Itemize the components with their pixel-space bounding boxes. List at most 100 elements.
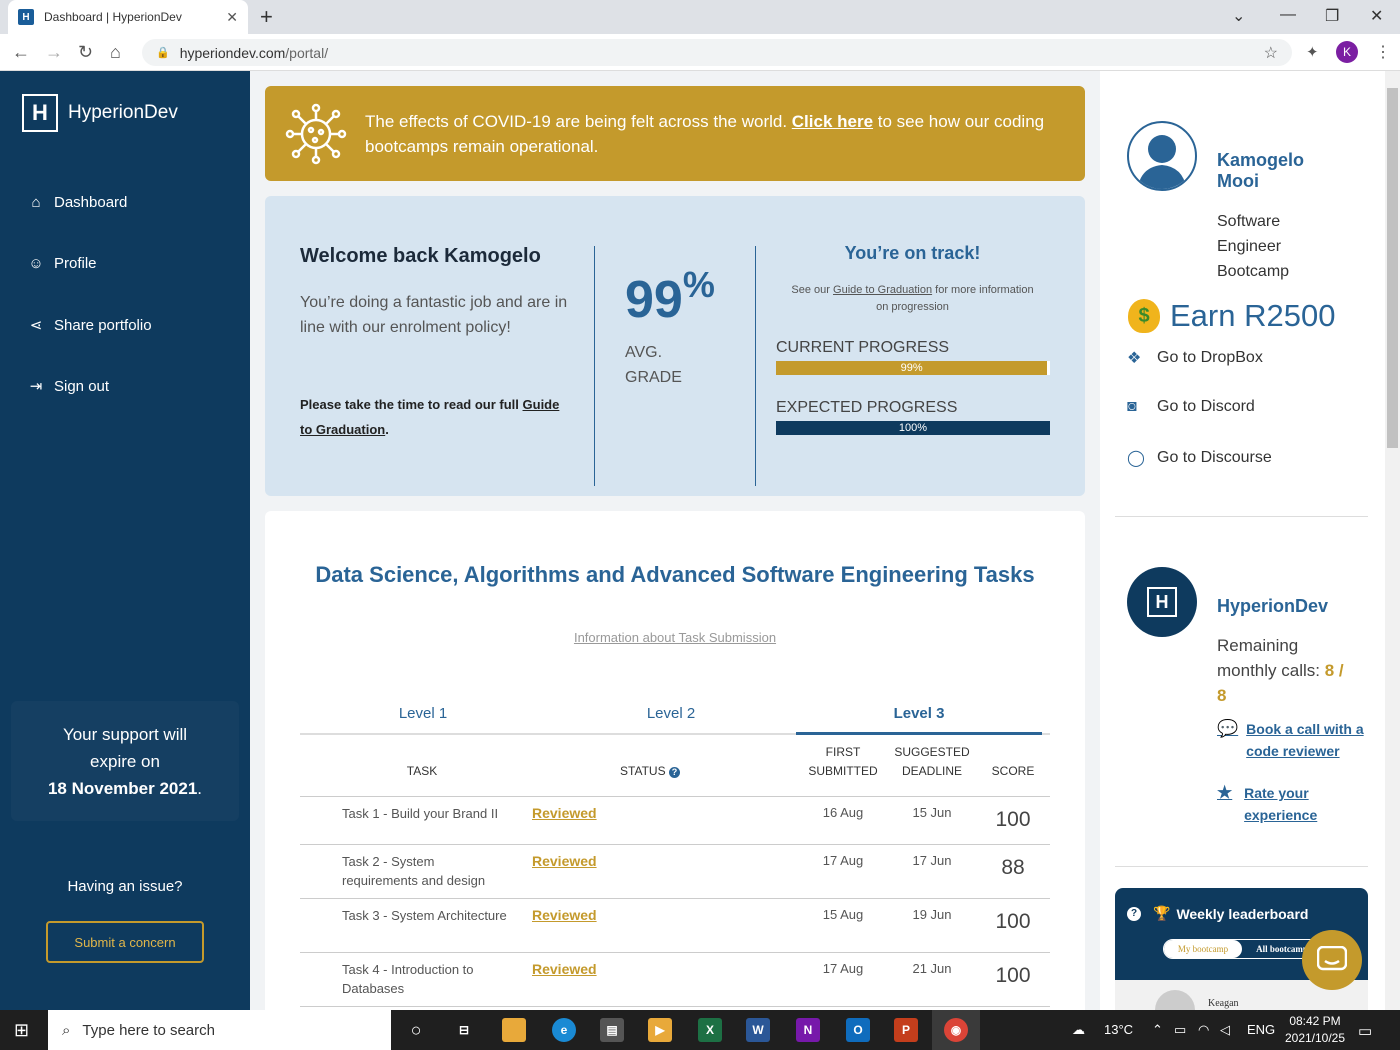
on-track-status: You’re on track!: [844, 243, 981, 263]
url-path: /portal/: [285, 44, 329, 61]
task-name: Task 1 - Build your Brand II: [342, 806, 499, 821]
home-browser-icon[interactable]: ⌂: [110, 42, 121, 63]
guide-link-small[interactable]: Guide to Graduation: [833, 284, 932, 296]
url-field[interactable]: 🔒 hyperiondev.com/portal/ ☆: [142, 39, 1292, 66]
outlook-icon[interactable]: O: [846, 1018, 870, 1042]
sidebar-item-dashboard[interactable]: ⌂ Dashboard: [26, 194, 127, 211]
info-text: See our: [791, 284, 834, 296]
covid-link[interactable]: Click here: [792, 112, 873, 131]
file-explorer-icon[interactable]: [502, 1018, 526, 1042]
support-text: Your support will: [62, 725, 188, 744]
weather-icon[interactable]: ☁: [1072, 1022, 1085, 1038]
windows-start-icon[interactable]: ⊞: [14, 1020, 29, 1041]
maximize-icon[interactable]: ❐: [1325, 6, 1339, 26]
task-name: Task 4 - Introduction to Databases: [342, 962, 474, 996]
divider: [1115, 516, 1368, 517]
forward-icon[interactable]: →: [45, 42, 63, 63]
task-view-icon[interactable]: ⊟: [452, 1018, 476, 1042]
sidebar-item-profile[interactable]: ☺ Profile: [26, 255, 97, 272]
browser-tab[interactable]: H Dashboard | HyperionDev ✕: [8, 0, 248, 34]
chat-bubble-icon: [1317, 946, 1347, 971]
url-host: hyperiondev.com: [179, 44, 286, 61]
powerpoint-icon[interactable]: P: [894, 1018, 918, 1042]
task-deadline: 19 Jun: [912, 907, 952, 922]
link-label: Go to DropBox: [1157, 349, 1263, 366]
sidebar-item-label: Profile: [54, 255, 97, 272]
header-score: SCORE: [991, 764, 1035, 778]
header-status: STATUS ?: [610, 762, 690, 781]
header-text: SUGGESTED: [894, 745, 970, 759]
favicon-icon: H: [18, 9, 34, 25]
support-expiry-box: Your support will expire on 18 November …: [11, 701, 239, 821]
chrome-icon[interactable]: ◉: [944, 1018, 968, 1042]
bookmark-star-icon[interactable]: ☆: [1264, 43, 1278, 63]
divider: [755, 246, 756, 486]
cortana-icon[interactable]: ○: [404, 1018, 428, 1042]
rate-experience-link[interactable]: ★ Rate your experience: [1217, 782, 1367, 826]
profile-avatar[interactable]: K: [1336, 41, 1358, 63]
discourse-icon: ◯: [1127, 450, 1145, 467]
tab-my-bootcamp[interactable]: My bootcamp: [1164, 940, 1242, 958]
task-status-link[interactable]: Reviewed: [532, 805, 597, 821]
dropbox-icon: ❖: [1127, 350, 1142, 367]
volume-icon[interactable]: ◁: [1220, 1022, 1230, 1038]
new-tab-icon[interactable]: +: [260, 4, 273, 30]
task-status-link[interactable]: Reviewed: [532, 961, 597, 977]
brand-logo[interactable]: H HyperionDev: [22, 94, 178, 132]
menu-icon[interactable]: ⋮: [1375, 42, 1391, 62]
user-avatar: [1127, 121, 1197, 191]
tab-level-1[interactable]: Level 1: [300, 705, 546, 722]
notification-icon[interactable]: ▭: [1358, 1022, 1372, 1040]
back-icon[interactable]: ←: [12, 42, 30, 63]
submit-concern-button[interactable]: Submit a concern: [46, 921, 204, 963]
word-icon[interactable]: W: [746, 1018, 770, 1042]
task-deadline: 15 Jun: [912, 805, 952, 820]
user-icon: ☺: [28, 255, 44, 272]
edge-icon[interactable]: e: [552, 1018, 576, 1042]
header-status-text: STATUS: [620, 764, 666, 778]
extensions-icon[interactable]: ✦: [1306, 43, 1319, 61]
scrollbar-thumb[interactable]: [1387, 88, 1398, 448]
tray-chevron-icon[interactable]: ⌃: [1152, 1022, 1163, 1038]
close-tab-icon[interactable]: ✕: [226, 9, 238, 26]
link-label: Go to Discourse: [1157, 449, 1272, 466]
wifi-icon[interactable]: ◠: [1198, 1022, 1209, 1038]
language-indicator[interactable]: ENG: [1247, 1022, 1275, 1037]
header-text: DEADLINE: [901, 764, 963, 778]
task-status-link[interactable]: Reviewed: [532, 853, 597, 869]
tab-search-icon[interactable]: ⌄: [1232, 6, 1245, 26]
mentor-avatar: H: [1127, 567, 1197, 637]
window-close-icon[interactable]: ✕: [1370, 6, 1383, 26]
reload-icon[interactable]: ↻: [78, 42, 93, 63]
weather-temp[interactable]: 13°C: [1104, 1022, 1133, 1037]
taskbar-clock[interactable]: 08:42 PM 2021/10/25: [1280, 1013, 1350, 1047]
minimize-icon[interactable]: —: [1280, 6, 1296, 24]
taskbar-search-input[interactable]: ⌕ Type here to search: [48, 1010, 391, 1050]
header-text: FIRST: [825, 745, 861, 759]
header-text: SUBMITTED: [808, 764, 878, 778]
search-placeholder: Type here to search: [82, 1021, 215, 1039]
battery-icon[interactable]: ▭: [1174, 1022, 1186, 1038]
covid-text: The effects of COVID-19 are being felt a…: [365, 109, 1065, 159]
excel-icon[interactable]: X: [698, 1018, 722, 1042]
help-icon[interactable]: ?: [668, 767, 680, 778]
issue-text: Having an issue?: [67, 878, 183, 895]
book-call-link[interactable]: 💬 Book a call with a code reviewer: [1217, 718, 1367, 762]
dropbox-link[interactable]: ❖ Go to DropBox: [1127, 348, 1263, 368]
trophy-icon: 🏆: [1153, 905, 1171, 921]
tab-level-2[interactable]: Level 2: [548, 705, 794, 722]
sidebar-item-share-portfolio[interactable]: ⋖ Share portfolio: [26, 316, 152, 335]
task-status-link[interactable]: Reviewed: [532, 907, 597, 923]
discord-link[interactable]: ◙ Go to Discord: [1127, 398, 1255, 416]
task-submission-info-link[interactable]: Information about Task Submission: [300, 630, 1050, 645]
help-icon[interactable]: ?: [1127, 906, 1141, 921]
onenote-icon[interactable]: N: [796, 1018, 820, 1042]
store-icon[interactable]: ▤: [600, 1018, 624, 1042]
task-deadline: 21 Jun: [912, 961, 952, 976]
earn-link[interactable]: $ Earn R2500: [1128, 298, 1335, 334]
tab-level-3[interactable]: Level 3: [796, 705, 1042, 722]
chat-launcher-button[interactable]: [1302, 930, 1362, 990]
discourse-link[interactable]: ◯ Go to Discourse: [1127, 448, 1272, 468]
media-player-icon[interactable]: ▶: [648, 1018, 672, 1042]
sidebar-item-sign-out[interactable]: ⇥ Sign out: [26, 377, 109, 396]
